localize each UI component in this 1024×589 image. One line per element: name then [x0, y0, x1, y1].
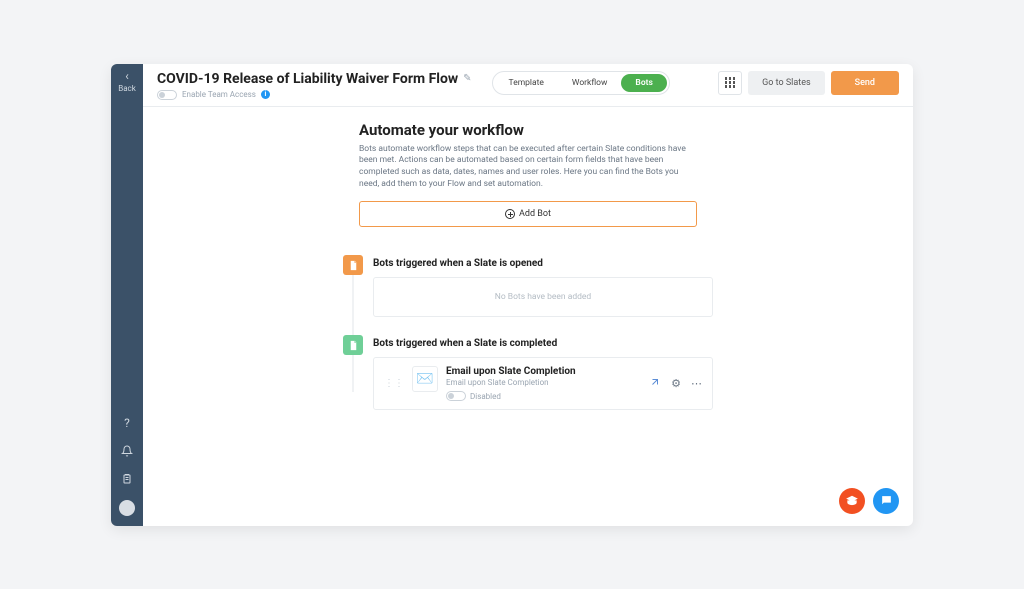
add-bot-label: Add Bot [519, 209, 551, 219]
content-description: Bots automate workflow steps that can be… [359, 144, 697, 192]
bot-status: Disabled [470, 392, 501, 401]
chevron-left-icon: ‹ [125, 70, 129, 82]
empty-opened-box: No Bots have been added [373, 277, 713, 317]
sidebar: ‹ Back ? [111, 64, 143, 526]
clipboard-icon[interactable] [120, 472, 134, 486]
content: Automate your workflow Bots automate wor… [143, 107, 913, 526]
tab-group: Template Workflow Bots [492, 71, 670, 95]
bot-connections-icon[interactable] [649, 376, 661, 391]
edit-title-icon[interactable]: ✎ [463, 73, 471, 84]
grid-icon [725, 77, 736, 88]
apps-grid-button[interactable] [718, 71, 742, 95]
bot-sub: Email upon Slate Completion [446, 378, 641, 387]
bot-name: Email upon Slate Completion [446, 366, 641, 377]
plus-circle-icon [505, 209, 515, 219]
slate-completed-badge-icon [343, 335, 363, 355]
team-access-row: Enable Team Access i [157, 90, 472, 100]
go-to-slates-button[interactable]: Go to Slates [748, 71, 825, 95]
header: COVID-19 Release of Liability Waiver For… [143, 64, 913, 107]
add-bot-button[interactable]: Add Bot [359, 201, 697, 227]
help-icon[interactable]: ? [120, 416, 134, 430]
notifications-icon[interactable] [120, 444, 134, 458]
section-opened: Bots triggered when a Slate is opened No… [343, 255, 713, 317]
slate-opened-badge-icon [343, 255, 363, 275]
page-title: COVID-19 Release of Liability Waiver For… [157, 71, 458, 87]
timeline: Bots triggered when a Slate is opened No… [343, 255, 713, 410]
avatar[interactable] [119, 500, 135, 516]
gear-icon[interactable]: ⚙ [671, 377, 681, 390]
drag-handle-icon[interactable]: ⋮⋮ [384, 378, 404, 389]
main: COVID-19 Release of Liability Waiver For… [143, 64, 913, 526]
app-window: ‹ Back ? COVID-19 Release of Liability W… [111, 64, 913, 526]
send-button[interactable]: Send [831, 71, 899, 95]
team-access-toggle[interactable] [157, 90, 177, 100]
timeline-line [353, 355, 354, 392]
more-icon[interactable]: ⋯ [691, 377, 702, 390]
intro-block: Automate your workflow Bots automate wor… [359, 121, 697, 228]
bot-card: ⋮⋮ ✉️ Email upon Slate Completion Email … [373, 357, 713, 410]
back-label: Back [118, 84, 136, 93]
timeline-line [353, 275, 354, 335]
tab-bots[interactable]: Bots [621, 74, 666, 92]
tab-workflow[interactable]: Workflow [558, 74, 622, 92]
info-icon[interactable]: i [261, 90, 270, 99]
email-icon: ✉️ [412, 366, 438, 392]
section-completed-title: Bots triggered when a Slate is completed [373, 338, 713, 349]
content-heading: Automate your workflow [359, 121, 697, 139]
academy-fab[interactable] [839, 488, 865, 514]
section-completed: Bots triggered when a Slate is completed… [343, 335, 713, 410]
bot-actions: ⚙ ⋯ [649, 376, 702, 391]
fab-row [839, 488, 899, 514]
team-access-label: Enable Team Access [182, 90, 256, 99]
sidebar-bottom: ? [119, 416, 135, 526]
back-button[interactable]: ‹ Back [118, 70, 136, 93]
bot-enabled-toggle[interactable] [446, 391, 466, 401]
section-opened-title: Bots triggered when a Slate is opened [373, 258, 713, 269]
chat-fab[interactable] [873, 488, 899, 514]
header-right: Go to Slates Send [718, 71, 899, 95]
tab-template[interactable]: Template [495, 74, 558, 92]
title-wrap: COVID-19 Release of Liability Waiver For… [157, 71, 472, 100]
